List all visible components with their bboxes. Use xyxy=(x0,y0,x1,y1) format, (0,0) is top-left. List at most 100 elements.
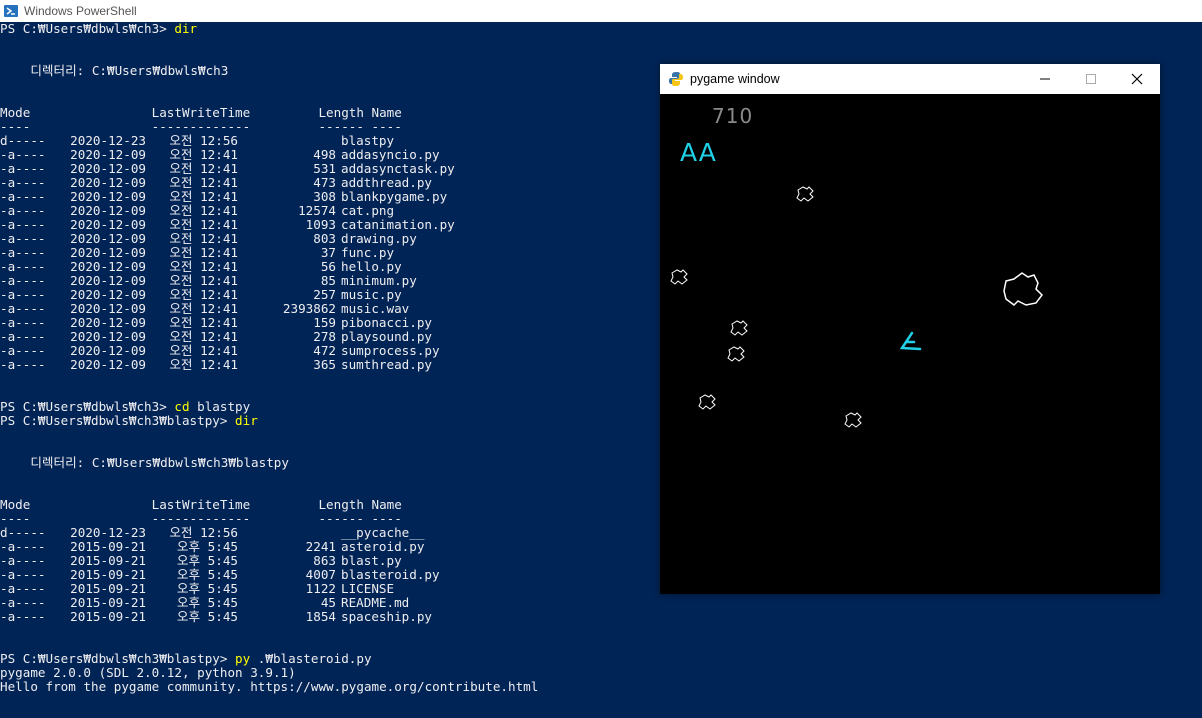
file-mode: -a---- xyxy=(0,189,46,204)
file-length: 863 xyxy=(313,553,336,568)
file-time: 오전 12:41 xyxy=(169,175,238,190)
file-time: 오전 12:41 xyxy=(169,329,238,344)
file-date: 2020-12-09 xyxy=(70,329,146,344)
file-time: 오후 5:45 xyxy=(176,595,238,610)
file-name: playsound.py xyxy=(341,329,432,344)
file-mode: -a---- xyxy=(0,595,46,610)
file-mode: -a---- xyxy=(0,147,46,162)
file-time: 오전 12:56 xyxy=(169,525,238,540)
file-mode: d----- xyxy=(0,525,46,540)
file-time: 오전 12:41 xyxy=(169,301,238,316)
file-date: 2015-09-21 xyxy=(70,595,146,610)
file-name: pibonacci.py xyxy=(341,315,432,330)
close-button[interactable] xyxy=(1114,64,1160,94)
powershell-title: Windows PowerShell xyxy=(24,4,137,18)
file-time: 오전 12:41 xyxy=(169,217,238,232)
file-date: 2020-12-09 xyxy=(70,231,146,246)
file-date: 2020-12-09 xyxy=(70,301,146,316)
file-length: 531 xyxy=(313,161,336,176)
file-listing-row: -a---- 2015-09-21 오후 5:45 45 README.md xyxy=(0,596,1202,610)
asteroid-large xyxy=(1003,272,1043,306)
file-name: catanimation.py xyxy=(341,217,455,232)
file-mode: -a---- xyxy=(0,301,46,316)
close-icon xyxy=(1131,73,1143,85)
asteroid-small xyxy=(698,394,716,410)
file-date: 2020-12-23 xyxy=(70,525,146,540)
file-mode: -a---- xyxy=(0,245,46,260)
file-length: 1093 xyxy=(305,217,336,232)
file-time: 오전 12:41 xyxy=(169,343,238,358)
file-name: addthread.py xyxy=(341,175,432,190)
file-time: 오전 12:41 xyxy=(169,161,238,176)
file-name: __pycache__ xyxy=(341,525,425,540)
file-date: 2015-09-21 xyxy=(70,539,146,554)
file-length: 2241 xyxy=(305,539,336,554)
file-name: blastpy xyxy=(341,133,395,148)
file-length: 473 xyxy=(313,175,336,190)
prompt-text: PS C:₩Users₩dbwls₩ch3₩blastpy> xyxy=(0,651,236,666)
file-date: 2020-12-09 xyxy=(70,245,146,260)
file-date: 2015-09-21 xyxy=(70,609,146,624)
lives-display: AA xyxy=(680,138,717,167)
file-date: 2020-12-09 xyxy=(70,147,146,162)
file-name: drawing.py xyxy=(341,231,417,246)
game-canvas[interactable]: 710 AA xyxy=(660,94,1160,594)
file-name: sumprocess.py xyxy=(341,343,440,358)
output-line: pygame 2.0.0 (SDL 2.0.12, python 3.9.1) xyxy=(0,666,1202,680)
pygame-window[interactable]: pygame window 710 AA xyxy=(660,64,1160,594)
command-text: dir xyxy=(235,413,258,428)
file-date: 2020-12-09 xyxy=(70,203,146,218)
pygame-titlebar[interactable]: pygame window xyxy=(660,64,1160,94)
file-time: 오후 5:45 xyxy=(176,609,238,624)
file-date: 2020-12-09 xyxy=(70,189,146,204)
score-display: 710 xyxy=(712,104,754,128)
file-length: 56 xyxy=(320,259,336,274)
file-length: 37 xyxy=(320,245,336,260)
file-name: func.py xyxy=(341,245,395,260)
output-text: 디렉터리: C:₩Users₩dbwls₩ch3₩blastpy xyxy=(0,455,289,470)
command-text: cd xyxy=(174,399,190,414)
file-name: blasteroid.py xyxy=(341,567,440,582)
file-time: 오전 12:41 xyxy=(169,245,238,260)
file-date: 2020-12-09 xyxy=(70,273,146,288)
file-time: 오전 12:41 xyxy=(169,203,238,218)
asteroid-small xyxy=(727,346,745,362)
file-time: 오전 12:41 xyxy=(169,273,238,288)
file-length: 12574 xyxy=(298,203,336,218)
file-date: 2020-12-09 xyxy=(70,175,146,190)
file-date: 2020-12-09 xyxy=(70,343,146,358)
file-date: 2020-12-09 xyxy=(70,287,146,302)
output-text: Mode LastWriteTime Length Name xyxy=(0,105,402,120)
output-text: ---- ------------- ------ ---- xyxy=(0,511,402,526)
file-date: 2020-12-09 xyxy=(70,259,146,274)
file-name: hello.py xyxy=(341,259,402,274)
powershell-titlebar[interactable]: Windows PowerShell xyxy=(0,0,1202,22)
file-time: 오전 12:41 xyxy=(169,287,238,302)
maximize-button[interactable] xyxy=(1068,64,1114,94)
file-mode: -a---- xyxy=(0,539,46,554)
file-name: README.md xyxy=(341,595,410,610)
minimize-button[interactable] xyxy=(1022,64,1068,94)
file-mode: -a---- xyxy=(0,161,46,176)
file-length: 498 xyxy=(313,147,336,162)
pygame-snake-icon xyxy=(669,72,683,86)
file-time: 오후 5:45 xyxy=(176,553,238,568)
file-time: 오전 12:41 xyxy=(169,357,238,372)
file-time: 오후 5:45 xyxy=(176,567,238,582)
file-length: 472 xyxy=(313,343,336,358)
file-date: 2020-12-09 xyxy=(70,217,146,232)
file-mode: -a---- xyxy=(0,217,46,232)
file-length: 257 xyxy=(313,287,336,302)
prompt-text: PS C:₩Users₩dbwls₩ch3> xyxy=(0,399,175,414)
file-mode: -a---- xyxy=(0,329,46,344)
output-line: Hello from the pygame community. https:/… xyxy=(0,680,1202,694)
file-name: music.wav xyxy=(341,301,410,316)
spaceship xyxy=(899,331,922,351)
output-text: ---- ------------- ------ ---- xyxy=(0,119,402,134)
file-name: cat.png xyxy=(341,203,395,218)
file-date: 2015-09-21 xyxy=(70,581,146,596)
file-length: 2393862 xyxy=(282,301,336,316)
file-length: 1854 xyxy=(305,609,336,624)
maximize-icon xyxy=(1086,74,1096,84)
